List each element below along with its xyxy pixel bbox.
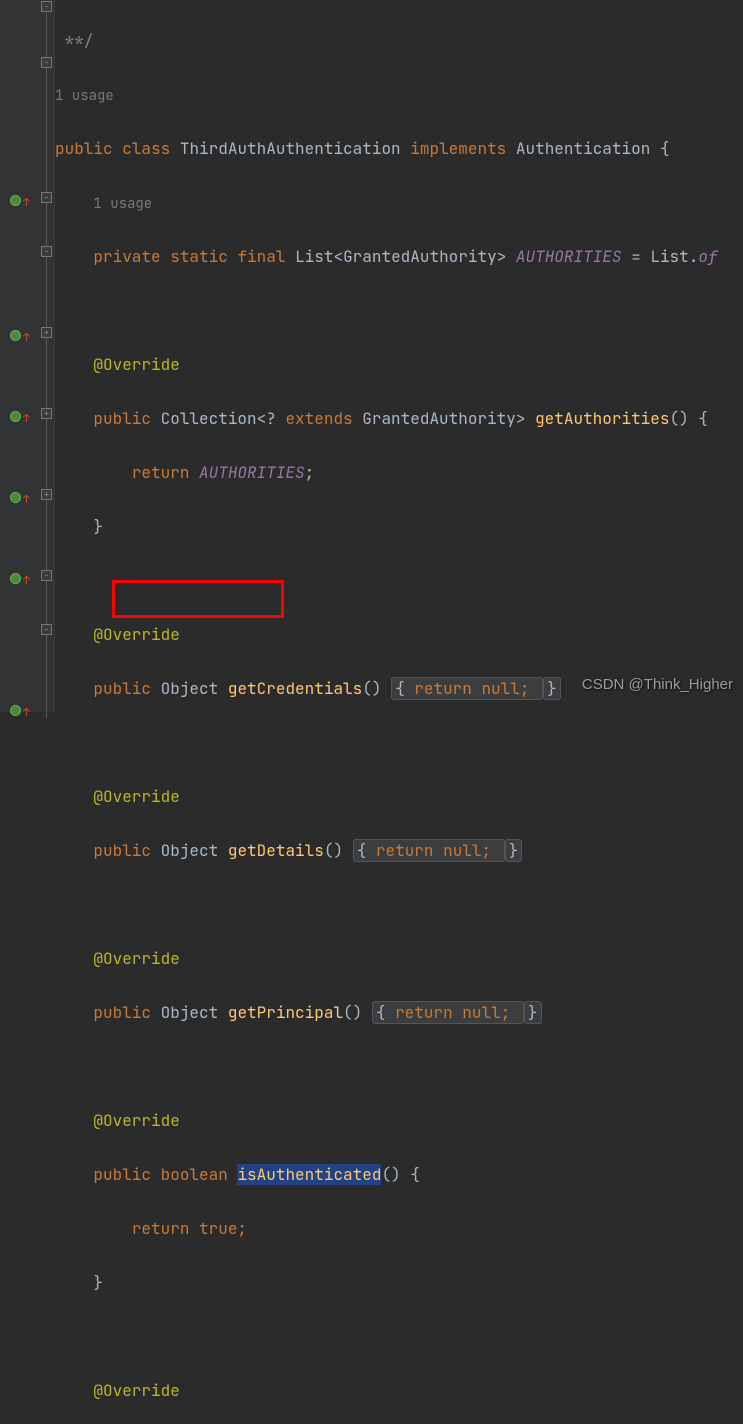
parens: () [362, 678, 381, 699]
keyword: public [55, 138, 113, 159]
folded-brace-close[interactable]: } [543, 677, 561, 700]
method-name: getDetails [228, 840, 324, 861]
method-ref: of [698, 246, 717, 267]
folded-body[interactable]: { return null; [391, 677, 543, 700]
override-arrow-icon: ↑ [23, 568, 30, 595]
type: List< [295, 246, 343, 267]
brace: { [410, 1164, 420, 1185]
override-icon[interactable] [10, 573, 21, 584]
override-arrow-icon: ↑ [23, 700, 30, 727]
annotation: @Override [93, 1380, 179, 1401]
fold-handle[interactable]: - [41, 1, 52, 12]
field-ref: AUTHORITIES [199, 462, 305, 483]
override-arrow-icon: ↑ [23, 325, 30, 352]
fold-handle[interactable]: - [41, 570, 52, 581]
fold-handle[interactable]: - [41, 624, 52, 635]
type: > [516, 408, 526, 429]
type: boolean [161, 1164, 228, 1185]
keyword: public [93, 678, 151, 699]
comment-text: **/ [55, 30, 93, 51]
fold-handle[interactable]: - [41, 246, 52, 257]
override-arrow-icon: ↑ [23, 406, 30, 433]
type: List. [650, 246, 698, 267]
keyword: public [93, 840, 151, 861]
keyword: implements [410, 138, 506, 159]
annotation: @Override [93, 786, 179, 807]
parens: () [343, 1002, 362, 1023]
keyword: return [132, 462, 190, 483]
keyword: private [93, 246, 160, 267]
keyword: final [237, 246, 285, 267]
fold-handle[interactable]: - [41, 192, 52, 203]
override-icon[interactable] [10, 195, 21, 206]
parens: () [669, 408, 688, 429]
type: Object [161, 678, 219, 699]
type: Object [161, 1002, 219, 1023]
annotation: @Override [93, 1110, 179, 1131]
type: GrantedAuthority [343, 246, 497, 267]
interface-name: Authentication [516, 138, 650, 159]
class-name: ThirdAuthAuthentication [180, 138, 401, 159]
fold-handle[interactable]: + [41, 489, 52, 500]
keyword: true; [199, 1218, 247, 1239]
keyword: public [93, 1164, 151, 1185]
fold-handle[interactable]: + [41, 408, 52, 419]
editor-gutter: - - ↑ - - ↑ + ↑ + ↑ + ↑ - - ↑ [0, 0, 55, 712]
type: GrantedAuthority [362, 408, 516, 429]
fold-handle[interactable]: + [41, 327, 52, 338]
keyword: public [93, 408, 151, 429]
annotation: @Override [93, 948, 179, 969]
brace: } [93, 1272, 103, 1293]
keyword: public [93, 1002, 151, 1023]
code-editor[interactable]: **/ 1 usage public class ThirdAuthAuthen… [55, 0, 743, 1424]
field-name: AUTHORITIES [516, 246, 622, 267]
usage-hint[interactable]: 1 usage [93, 195, 152, 213]
brace: } [93, 516, 103, 537]
brace: { [698, 408, 708, 429]
method-name: getCredentials [228, 678, 362, 699]
folded-body[interactable]: { return null; [372, 1001, 524, 1024]
keyword: class [122, 138, 170, 159]
annotation: @Override [93, 354, 179, 375]
usage-hint[interactable]: 1 usage [55, 87, 114, 105]
method-name: getPrincipal [228, 1002, 343, 1023]
fold-line [46, 68, 47, 718]
parens: () [381, 1164, 400, 1185]
override-icon[interactable] [10, 492, 21, 503]
override-arrow-icon: ↑ [23, 190, 30, 217]
type: Object [161, 840, 219, 861]
folded-body[interactable]: { return null; [353, 839, 505, 862]
override-arrow-icon: ↑ [23, 487, 30, 514]
folded-brace-close[interactable]: } [524, 1001, 542, 1024]
keyword: extends [285, 408, 352, 429]
override-icon[interactable] [10, 330, 21, 341]
annotation: @Override [93, 624, 179, 645]
override-icon[interactable] [10, 411, 21, 422]
watermark-text: CSDN @Think_Higher [582, 671, 733, 698]
type: Collection<? [161, 408, 276, 429]
override-icon[interactable] [10, 705, 21, 716]
fold-handle[interactable]: - [41, 57, 52, 68]
fold-line [46, 13, 47, 57]
semi: ; [305, 462, 315, 483]
keyword: static [170, 246, 228, 267]
type: > [497, 246, 507, 267]
op: = [631, 246, 641, 267]
folded-brace-close[interactable]: } [505, 839, 523, 862]
brace: { [660, 138, 670, 159]
method-name: getAuthorities [535, 408, 669, 429]
parens: () [324, 840, 343, 861]
highlighted-identifier[interactable]: isAuthenticated [237, 1164, 381, 1185]
keyword: return [132, 1218, 190, 1239]
